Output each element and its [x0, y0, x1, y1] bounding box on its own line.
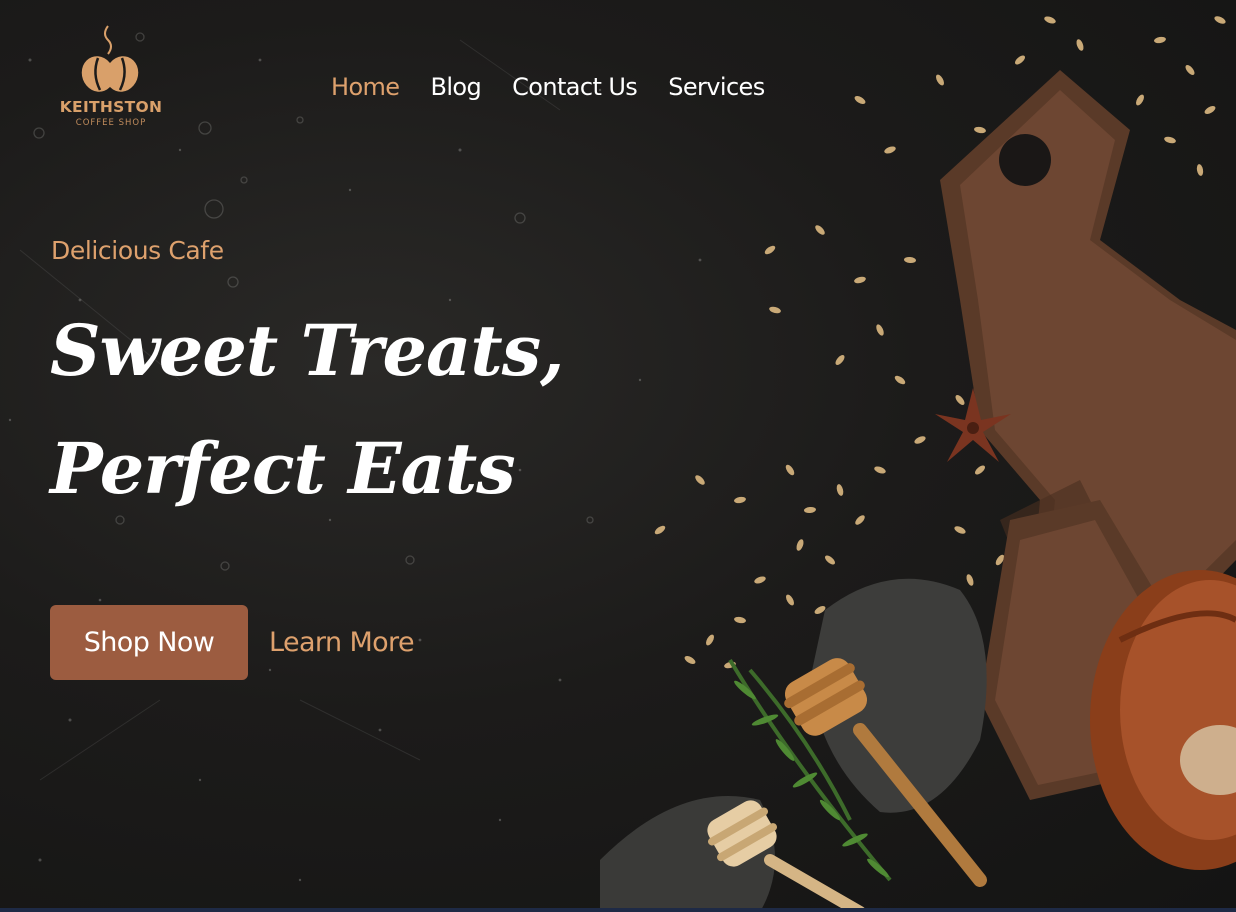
- nav-contact-us[interactable]: Contact Us: [512, 70, 638, 104]
- learn-more-link[interactable]: Learn More: [269, 624, 415, 662]
- nav-home[interactable]: Home: [331, 70, 400, 104]
- hero-headline-line-2: Perfect Eats: [50, 427, 516, 510]
- nav-services[interactable]: Services: [668, 70, 765, 104]
- food-flatlay-image: [600, 16, 1236, 912]
- main-nav: Home Blog Contact Us Services: [331, 70, 765, 104]
- hero-headline-line-1: Sweet Treats,: [50, 309, 564, 392]
- shop-now-button[interactable]: Shop Now: [50, 605, 248, 680]
- hero-headline: Sweet Treats, Perfect Eats: [50, 292, 564, 528]
- brand-name: KEITHSTON: [59, 98, 163, 116]
- brand-tagline: COFFEE SHOP: [75, 118, 147, 128]
- brand-logo[interactable]: KEITHSTON COFFEE SHOP: [56, 24, 166, 136]
- nav-blog[interactable]: Blog: [430, 70, 481, 104]
- coffee-bean-logo-icon: [81, 25, 139, 92]
- hero-section: KEITHSTON COFFEE SHOP Home Blog Contact …: [0, 0, 1236, 912]
- hero-eyebrow: Delicious Cafe: [51, 236, 224, 265]
